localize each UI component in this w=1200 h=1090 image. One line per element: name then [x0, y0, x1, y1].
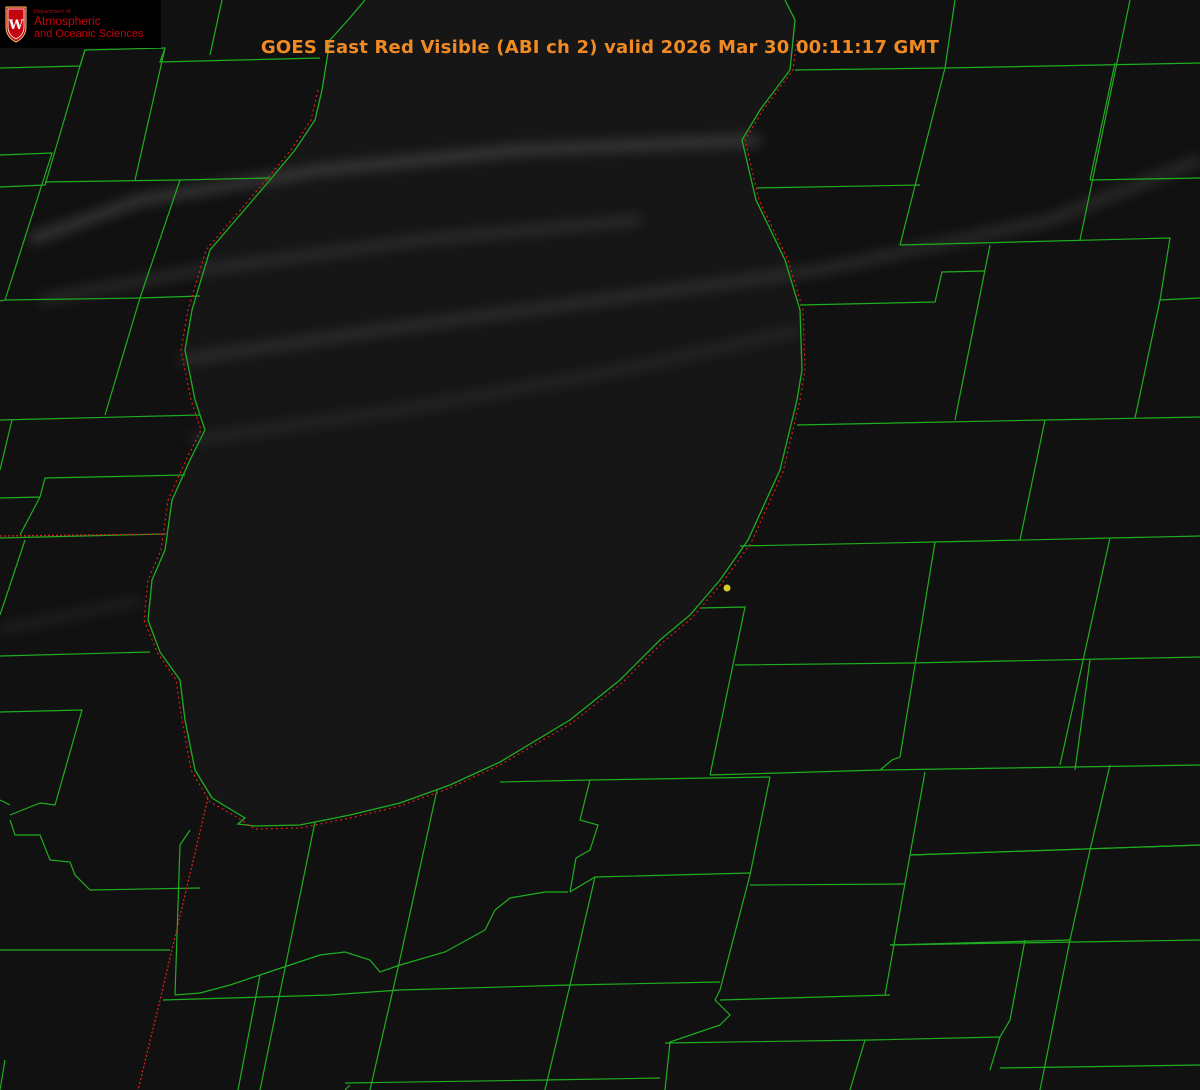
- lake-body: [148, 0, 802, 826]
- station-marker: [723, 584, 731, 592]
- logo-line-1: Atmospheric: [34, 14, 101, 28]
- satellite-map-frame: W Department of Atmospheric and Oceanic …: [0, 0, 1200, 1090]
- svg-text:W: W: [8, 18, 24, 33]
- satellite-map: [0, 0, 1200, 1090]
- image-title: GOES East Red Visible (ABI ch 2) valid 2…: [260, 37, 940, 58]
